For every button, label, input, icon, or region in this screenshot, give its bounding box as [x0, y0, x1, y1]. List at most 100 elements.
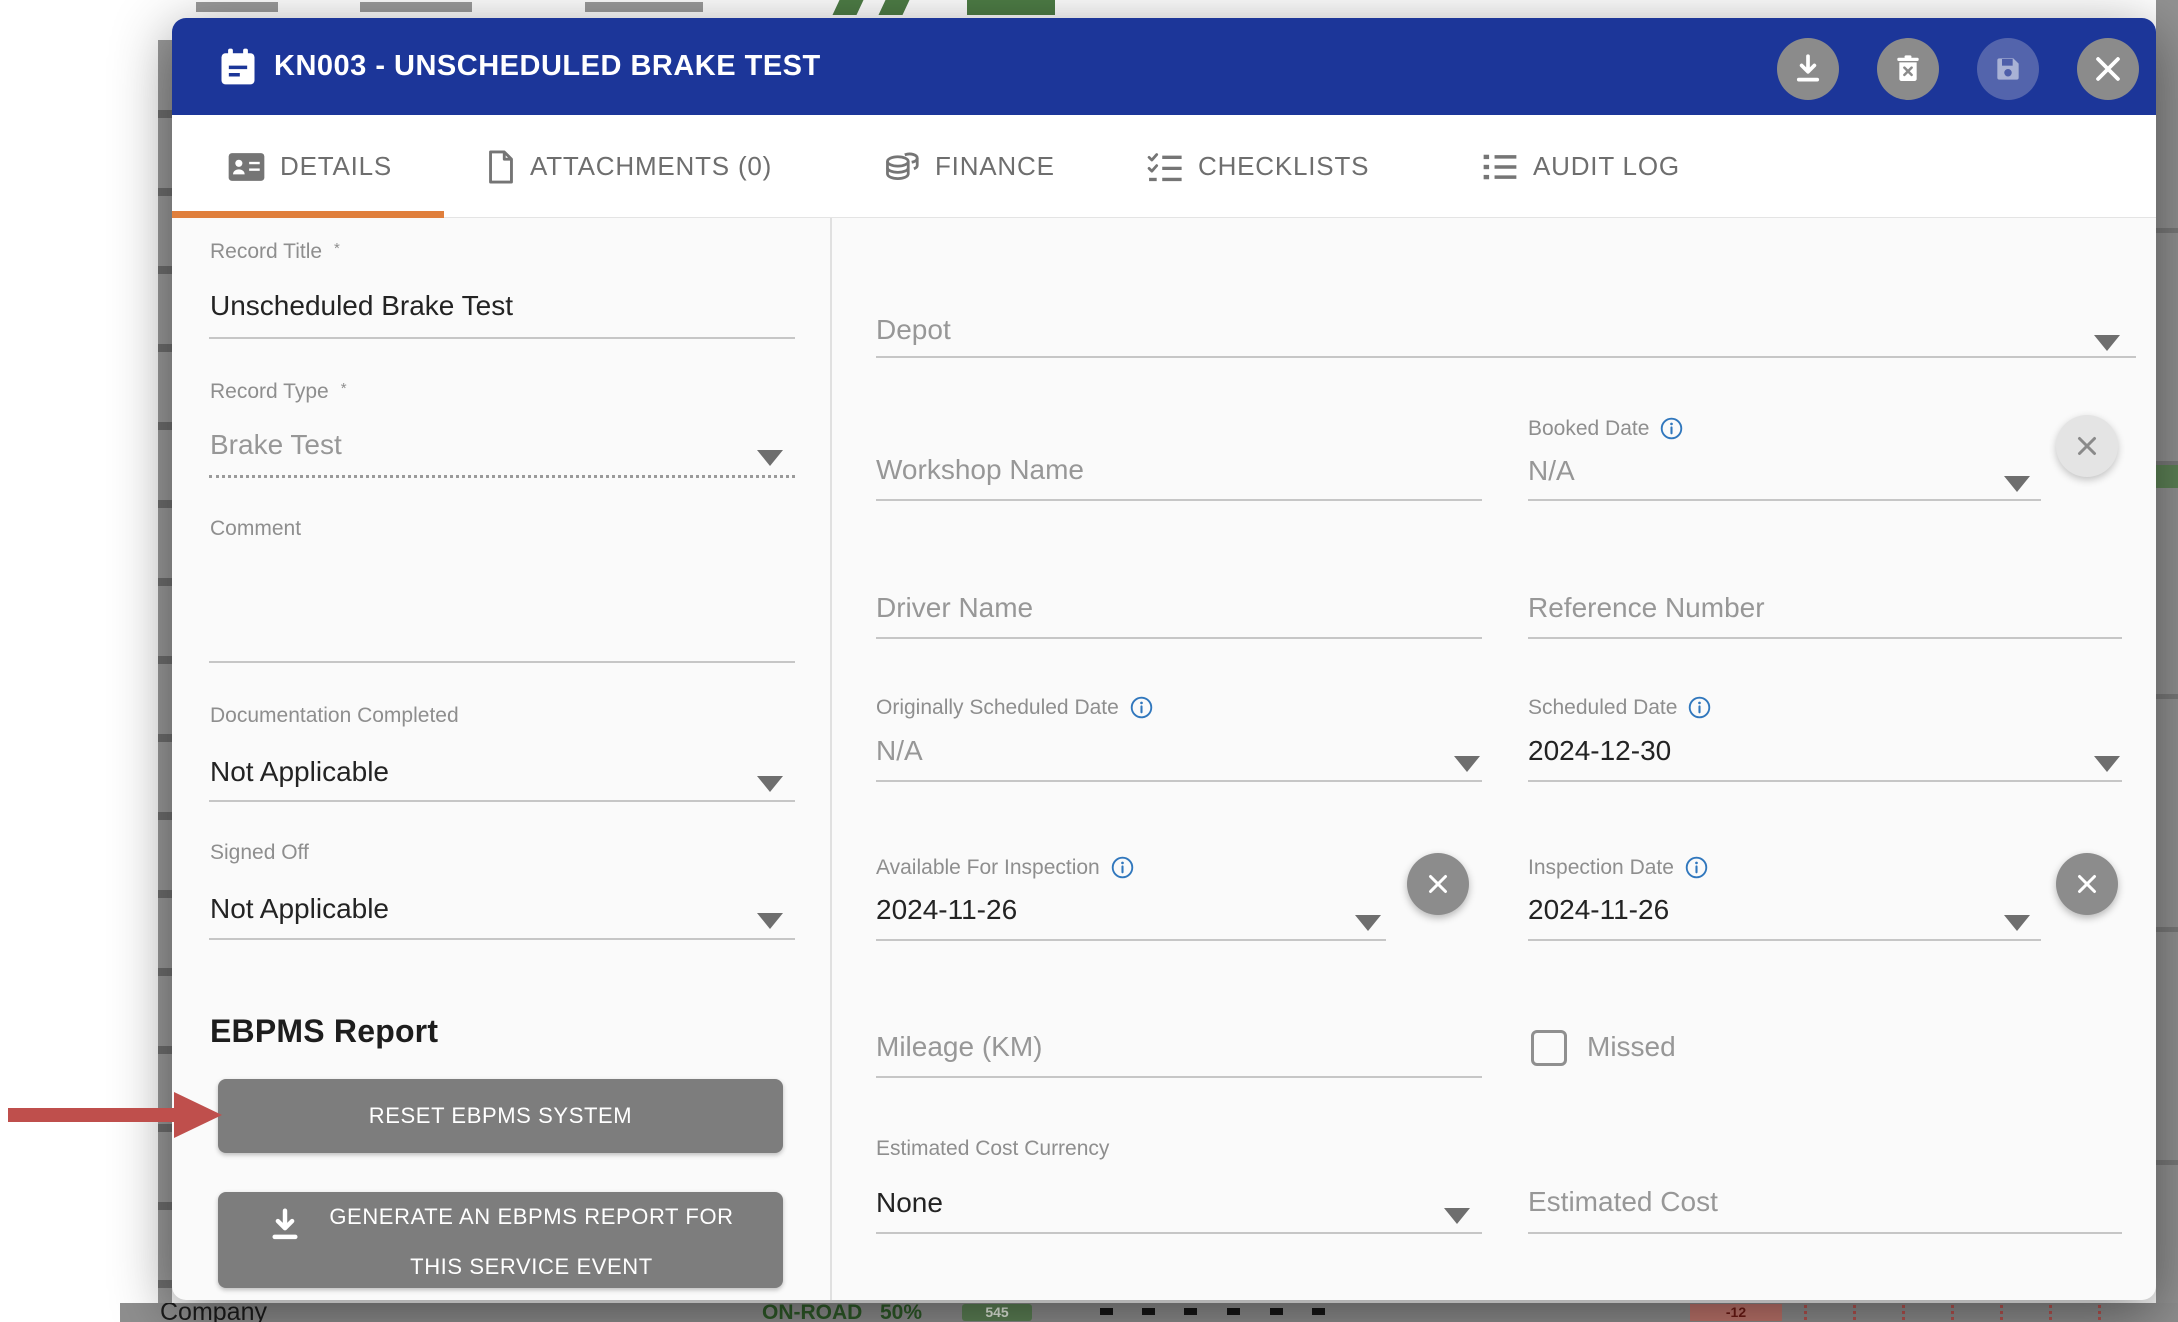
estimated-cost-currency-underline	[876, 1232, 1482, 1234]
background-text-fragment	[196, 2, 278, 12]
info-icon[interactable]	[1659, 416, 1684, 441]
inspection-date-clear-button[interactable]	[2056, 853, 2118, 915]
column-divider	[830, 218, 832, 1300]
estimated-cost-currency-label: Estimated Cost Currency	[876, 1137, 1109, 1161]
mileage-input[interactable]: Mileage (KM)	[876, 1031, 1042, 1063]
download-icon	[1791, 52, 1825, 86]
workshop-name-input[interactable]: Workshop Name	[876, 454, 1084, 486]
info-icon[interactable]	[1129, 695, 1154, 720]
depot-select[interactable]: Depot	[876, 314, 951, 346]
driver-name-underline	[876, 637, 1482, 639]
close-icon	[2072, 869, 2102, 899]
download-button[interactable]	[1777, 38, 1839, 100]
record-type-underline	[209, 475, 795, 478]
background-red-tick	[1951, 1305, 1954, 1320]
scheduled-date-underline	[1528, 780, 2122, 782]
annotation-arrow	[8, 1092, 222, 1138]
checklist-icon	[1147, 151, 1183, 183]
list-icon	[1482, 152, 1518, 182]
signed-off-select[interactable]: Not Applicable	[210, 893, 389, 925]
scheduled-date-select[interactable]: 2024-12-30	[1528, 735, 1671, 767]
originally-scheduled-date-underline	[876, 780, 1482, 782]
comment-input[interactable]	[210, 548, 795, 658]
modal-title: KN003 - UNSCHEDULED BRAKE TEST	[274, 18, 821, 115]
signed-off-underline	[209, 938, 795, 940]
background-green-mark	[879, 0, 910, 15]
booked-date-label: Booked Date	[1528, 416, 1684, 441]
chevron-down-icon	[1454, 756, 1480, 772]
estimated-cost-currency-select[interactable]: None	[876, 1187, 943, 1219]
background-company-text: Company	[160, 1303, 267, 1322]
originally-scheduled-date-select[interactable]: N/A	[876, 735, 923, 767]
info-icon[interactable]	[1687, 695, 1712, 720]
tab-audit-log-label: AUDIT LOG	[1533, 151, 1680, 182]
background-green-bar	[967, 0, 1055, 15]
modal-header: KN003 - UNSCHEDULED BRAKE TEST	[172, 18, 2156, 115]
chevron-down-icon	[2094, 335, 2120, 351]
generate-ebpms-report-label: GENERATE AN EBPMS REPORT FOR THIS SERVIC…	[329, 1204, 733, 1279]
originally-scheduled-date-label: Originally Scheduled Date	[876, 695, 1154, 720]
tab-audit-log[interactable]: AUDIT LOG	[1482, 115, 1680, 218]
info-icon[interactable]	[1684, 855, 1709, 880]
available-for-inspection-select[interactable]: 2024-11-26	[876, 894, 1017, 926]
documentation-completed-select[interactable]: Not Applicable	[210, 756, 389, 788]
booked-date-clear-button[interactable]	[2056, 415, 2118, 477]
record-title-input[interactable]: Unscheduled Brake Test	[210, 290, 513, 322]
driver-name-input[interactable]: Driver Name	[876, 592, 1033, 624]
background-table-edge-right	[2156, 0, 2178, 1322]
available-for-inspection-clear-button[interactable]	[1407, 853, 1469, 915]
booked-date-underline	[1528, 499, 2041, 501]
signed-off-label: Signed Off	[210, 841, 309, 865]
background-text-fragment	[360, 2, 472, 12]
background-dash	[1270, 1308, 1283, 1315]
chevron-down-icon	[757, 776, 783, 792]
generate-ebpms-report-button[interactable]: GENERATE AN EBPMS REPORT FOR THIS SERVIC…	[218, 1192, 783, 1288]
comment-label: Comment	[210, 517, 301, 541]
chevron-down-icon	[2004, 915, 2030, 931]
estimated-cost-input[interactable]: Estimated Cost	[1528, 1186, 1718, 1218]
record-type-label: Record Type*	[210, 380, 347, 404]
available-for-inspection-underline	[876, 939, 1386, 941]
missed-label: Missed	[1587, 1031, 1676, 1063]
close-button[interactable]	[2077, 38, 2139, 100]
mileage-underline	[876, 1076, 1482, 1078]
trash-icon	[1892, 53, 1924, 85]
reference-number-underline	[1528, 637, 2122, 639]
chevron-down-icon	[1355, 915, 1381, 931]
inspection-date-select[interactable]: 2024-11-26	[1528, 894, 1669, 926]
background-dash	[1142, 1308, 1155, 1315]
info-icon[interactable]	[1110, 855, 1135, 880]
tab-checklists-label: CHECKLISTS	[1198, 151, 1369, 182]
chevron-down-icon	[1444, 1208, 1470, 1224]
tab-details[interactable]: DETAILS	[228, 115, 392, 218]
close-icon	[1423, 869, 1453, 899]
background-green-mark	[833, 0, 864, 15]
reference-number-input[interactable]: Reference Number	[1528, 592, 1765, 624]
reset-ebpms-button[interactable]: RESET EBPMS SYSTEM	[218, 1079, 783, 1153]
tab-attachments[interactable]: ATTACHMENTS (0)	[487, 115, 772, 218]
available-for-inspection-label: Available For Inspection	[876, 855, 1135, 880]
booked-date-select[interactable]: N/A	[1528, 455, 1575, 487]
missed-checkbox[interactable]	[1531, 1030, 1567, 1066]
modal-tab-bar: DETAILS ATTACHMENTS (0) FINANCE	[172, 115, 2156, 218]
record-title-underline	[209, 337, 795, 339]
save-button	[1977, 38, 2039, 100]
service-event-modal: KN003 - UNSCHEDULED BRAKE TEST	[172, 18, 2156, 1300]
delete-button[interactable]	[1877, 38, 1939, 100]
chevron-down-icon	[757, 913, 783, 929]
background-dash	[1227, 1308, 1240, 1315]
tab-finance[interactable]: FINANCE	[884, 115, 1055, 218]
file-icon	[487, 150, 515, 184]
tab-attachments-label: ATTACHMENTS (0)	[530, 151, 772, 182]
download-icon	[266, 1206, 304, 1244]
tab-details-label: DETAILS	[280, 151, 392, 182]
event-note-icon	[216, 45, 260, 89]
tab-checklists[interactable]: CHECKLISTS	[1147, 115, 1369, 218]
inspection-date-label: Inspection Date	[1528, 855, 1709, 880]
estimated-cost-underline	[1528, 1232, 2122, 1234]
background-percent-text: 50%	[880, 1303, 922, 1322]
record-title-label: Record Title*	[210, 240, 340, 264]
background-dash	[1100, 1308, 1113, 1315]
background-table-row: Company ON-ROAD 50% 545 -12	[120, 1303, 2178, 1322]
contact-card-icon	[228, 152, 265, 182]
